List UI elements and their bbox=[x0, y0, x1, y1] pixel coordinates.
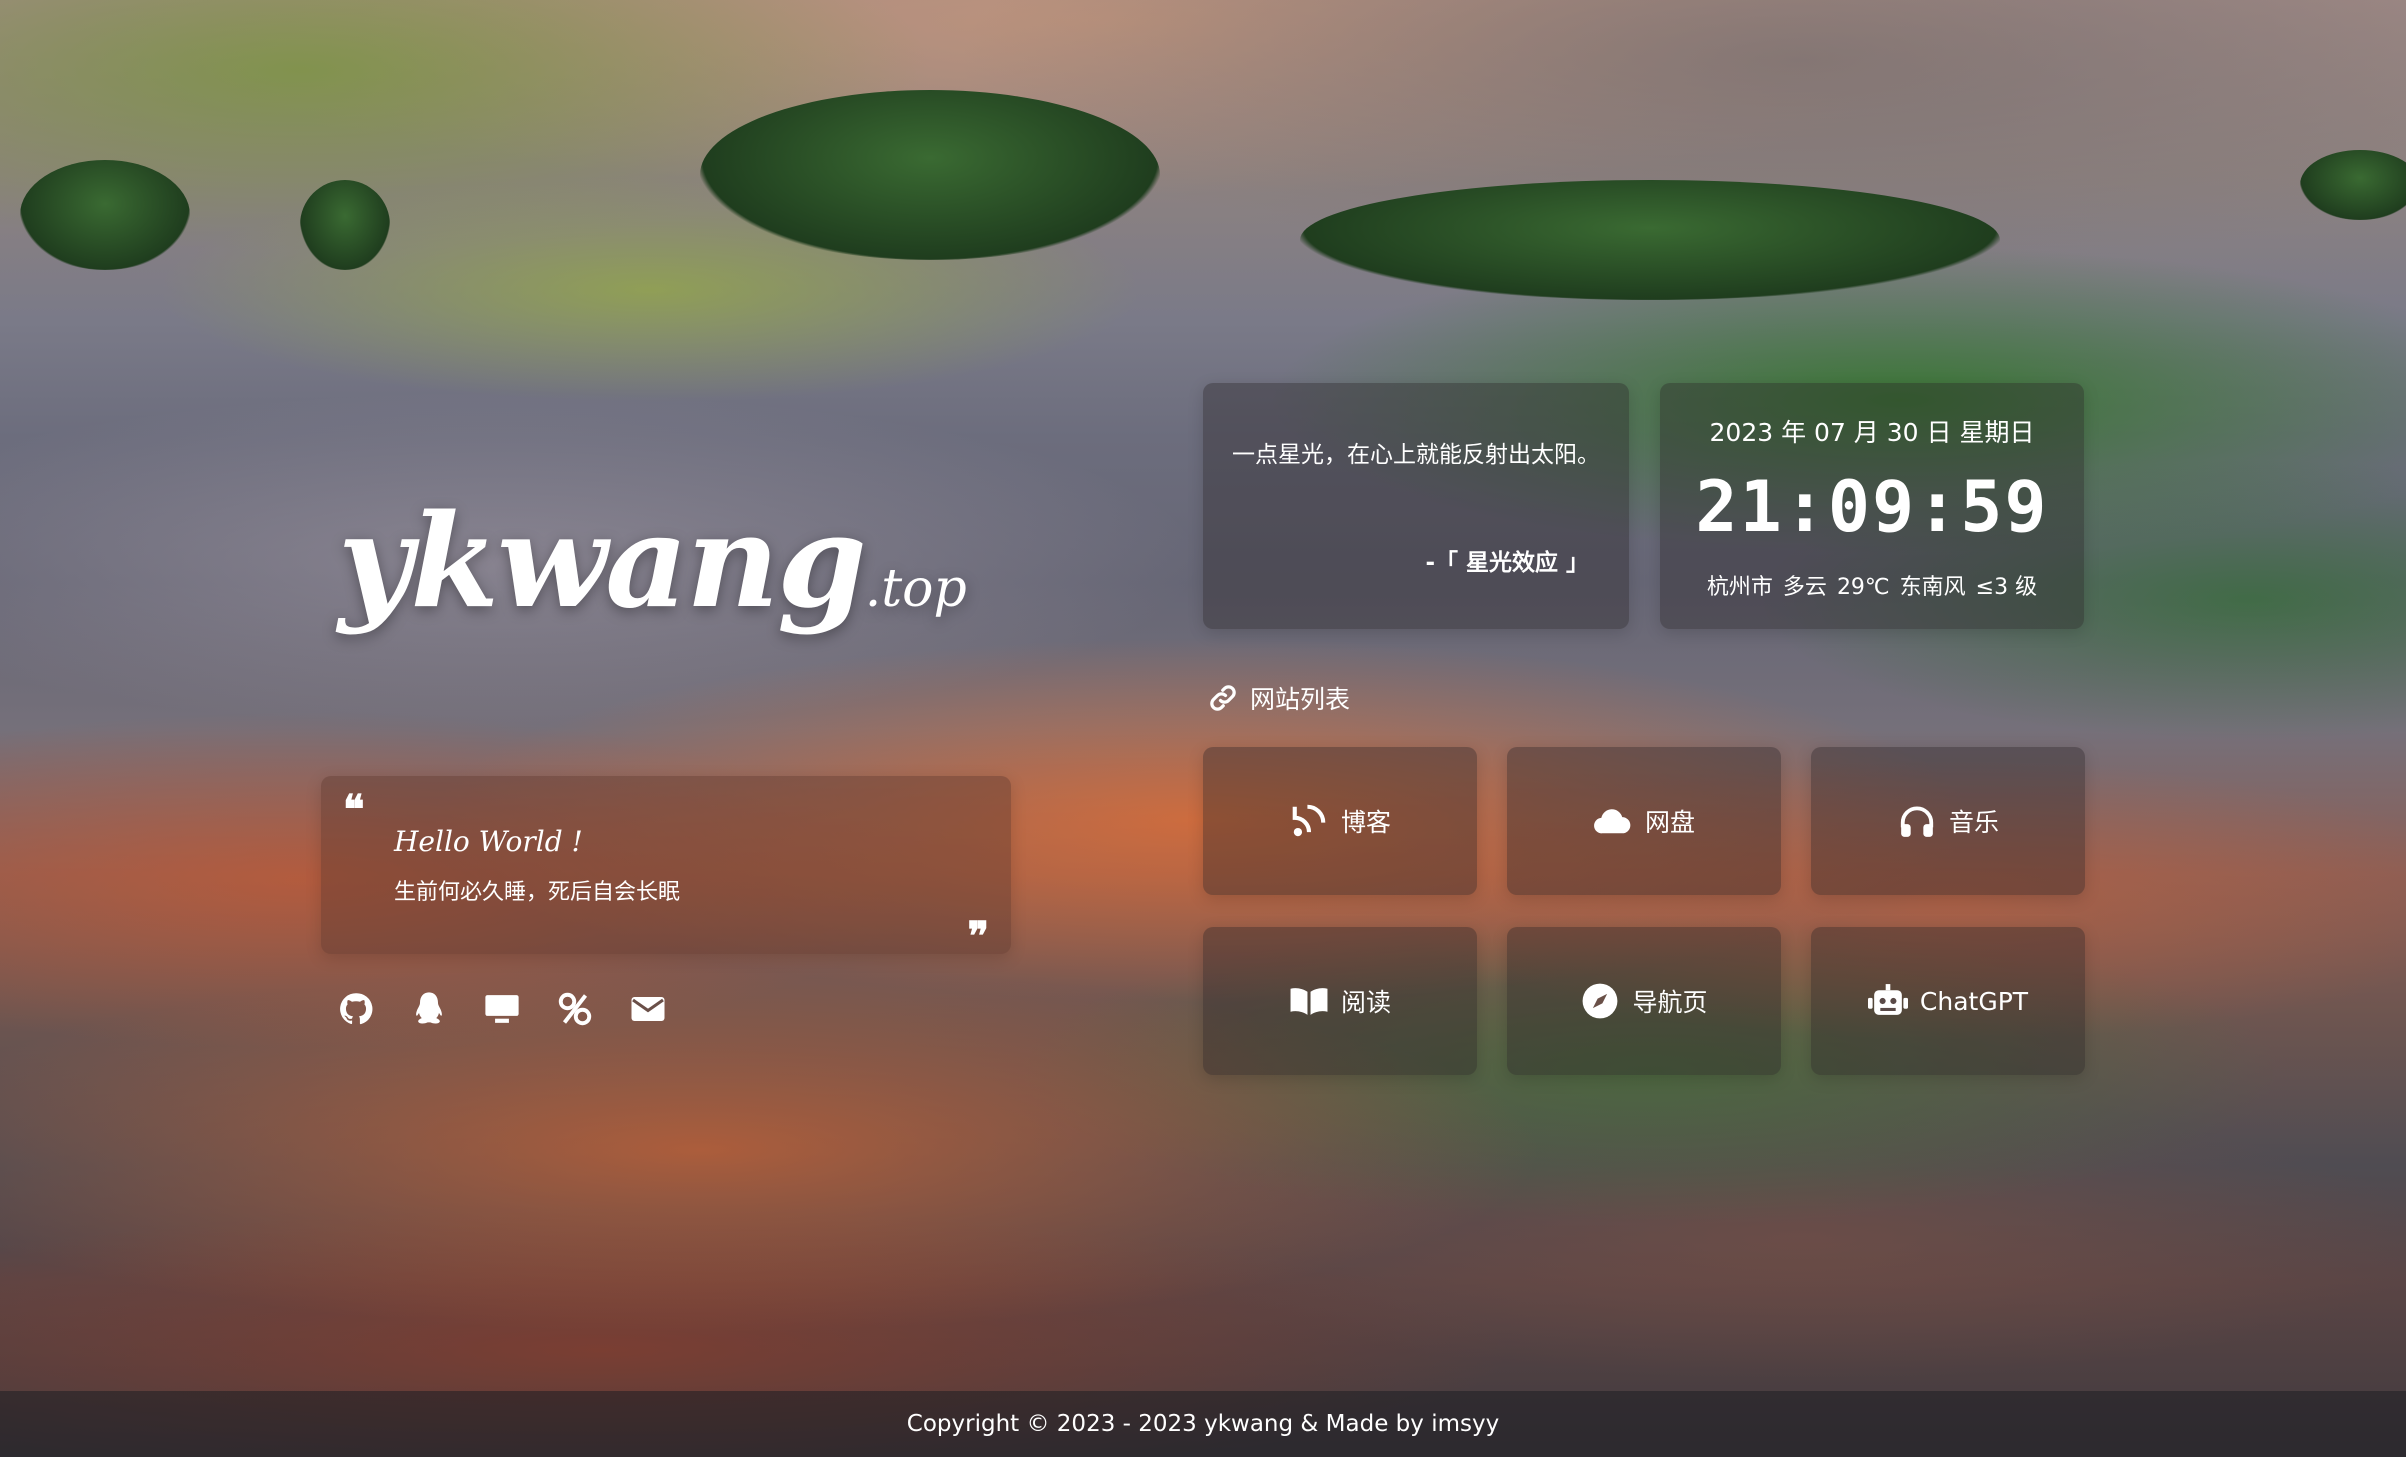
logo-suffix: .top bbox=[864, 559, 967, 619]
link-tile-chatgpt[interactable]: ChatGPT bbox=[1811, 927, 2085, 1075]
github-icon[interactable] bbox=[338, 991, 374, 1027]
wechat-pay-icon[interactable] bbox=[557, 991, 593, 1027]
weather-temp: 29℃ bbox=[1836, 575, 1890, 600]
monitor-icon[interactable] bbox=[484, 991, 520, 1027]
site-list-label: 网站列表 bbox=[1250, 685, 1351, 714]
weather-wind-dir: 东南风 bbox=[1899, 575, 1966, 600]
link-tile-navigation[interactable]: 导航页 bbox=[1507, 927, 1781, 1075]
date-text: 2023 年 07 月 30 日 星期日 bbox=[1709, 418, 2035, 447]
quote-text: 一点星光，在心上就能反射出太阳。 bbox=[1232, 442, 1600, 468]
link-tile-label: 网盘 bbox=[1644, 808, 1695, 837]
blog-icon bbox=[1289, 801, 1329, 841]
link-tile-reading[interactable]: 阅读 bbox=[1203, 927, 1477, 1075]
link-tile-blog[interactable]: 博客 bbox=[1203, 747, 1477, 895]
link-icon bbox=[1210, 685, 1236, 711]
tree-cluster bbox=[700, 90, 1160, 260]
weather-line: 杭州市 多云 29℃ 东南风 ≤3 级 bbox=[1660, 569, 2084, 601]
page-root: ykwang.top ❝ Hello World ! 生前何必久睡，死后自会长眠… bbox=[0, 0, 2406, 1457]
link-tile-label: 导航页 bbox=[1632, 988, 1708, 1017]
tree-cluster bbox=[20, 160, 190, 270]
clock-time: 21:09:59 bbox=[1695, 466, 2049, 548]
social-links bbox=[338, 991, 666, 1027]
site-list-heading: 网站列表 bbox=[1208, 680, 1350, 716]
robot-icon bbox=[1867, 981, 1908, 1021]
link-tile-label: 博客 bbox=[1340, 808, 1391, 837]
tree-cluster bbox=[300, 180, 390, 270]
cloud-icon bbox=[1593, 801, 1633, 841]
qq-icon[interactable] bbox=[411, 991, 447, 1027]
weather-condition: 多云 bbox=[1782, 575, 1827, 600]
footer: Copyright © 2023 - 2023 ykwang & Made by… bbox=[0, 1391, 2406, 1457]
book-icon bbox=[1289, 981, 1329, 1021]
compass-icon bbox=[1580, 981, 1620, 1021]
tree-cluster bbox=[1300, 180, 2000, 300]
weather-wind-level: ≤3 级 bbox=[1975, 575, 2038, 600]
link-tile-music[interactable]: 音乐 bbox=[1811, 747, 2085, 895]
link-tile-cloud-drive[interactable]: 网盘 bbox=[1507, 747, 1781, 895]
quote-source: -「 星光效应 」 bbox=[1425, 550, 1589, 576]
quote-close-icon: ❞ bbox=[967, 913, 989, 960]
link-tile-label: 阅读 bbox=[1340, 988, 1391, 1017]
clock-weather-card: 2023 年 07 月 30 日 星期日 21:09:59 杭州市 多云 29℃ 东南… bbox=[1660, 383, 2084, 629]
email-icon[interactable] bbox=[630, 991, 666, 1027]
link-tile-label: ChatGPT bbox=[1919, 986, 2029, 1016]
hello-title: Hello World ! bbox=[394, 825, 583, 858]
headphones-icon bbox=[1897, 801, 1937, 841]
logo-name: ykwang bbox=[338, 487, 867, 637]
link-tile-label: 音乐 bbox=[1948, 808, 1999, 837]
site-logo[interactable]: ykwang.top bbox=[338, 498, 967, 626]
quote-open-icon: ❝ bbox=[343, 786, 365, 833]
daily-quote-card[interactable]: 一点星光，在心上就能反射出太阳。 -「 星光效应 」 bbox=[1203, 383, 1629, 629]
copyright-text: Copyright © 2023 - 2023 ykwang & Made by… bbox=[906, 1411, 1500, 1437]
hello-card: ❝ Hello World ! 生前何必久睡，死后自会长眠 ❞ bbox=[321, 776, 1011, 960]
hello-text: 生前何必久睡，死后自会长眠 bbox=[394, 880, 681, 905]
weather-city: 杭州市 bbox=[1706, 575, 1773, 600]
